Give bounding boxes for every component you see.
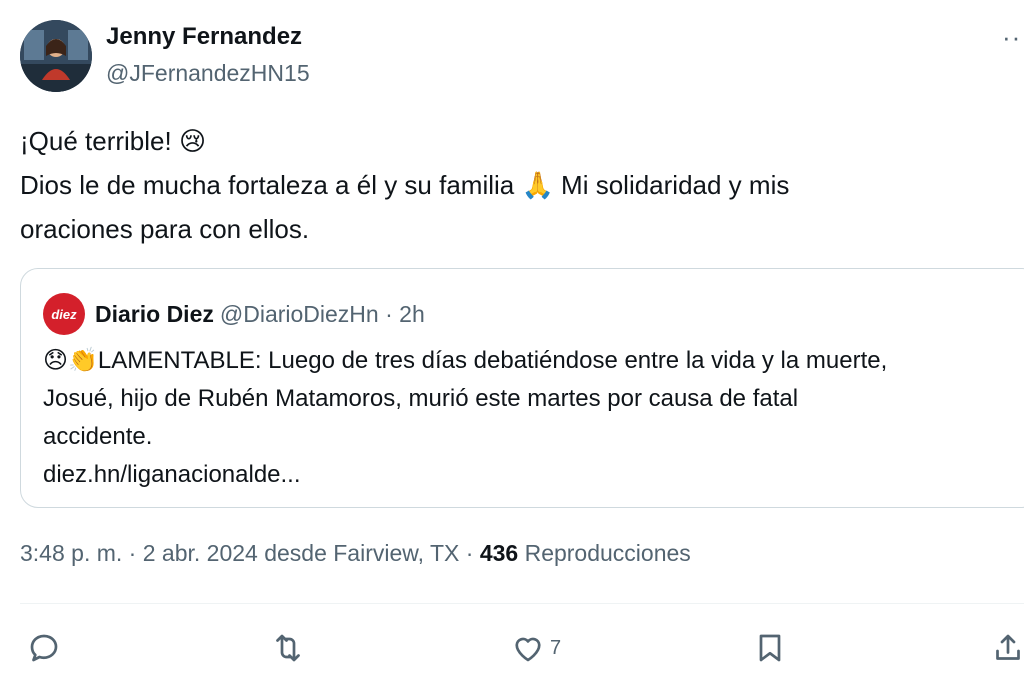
quoted-author-avatar[interactable]: diez	[43, 293, 85, 335]
quoted-tweet-card[interactable]: diez Diario Diez @DiarioDiezHn · 2h 😞👏LA…	[20, 268, 1024, 508]
praying-hands-emoji-icon: 🙏	[521, 171, 554, 201]
tweet-text-segment: ¡Qué terrible!	[20, 126, 179, 156]
views-count: 436	[479, 540, 519, 566]
like-button[interactable]: 7	[510, 620, 561, 676]
like-count: 7	[550, 636, 562, 659]
tweet-text-segment: Dios le de mucha fortaleza a él y su fam…	[20, 170, 522, 200]
divider	[20, 603, 1024, 604]
author-avatar[interactable]	[20, 20, 92, 92]
sad-clap-emoji-icon: 😞👏	[43, 346, 98, 374]
tweet-line-1: ¡Qué terrible! 😢	[20, 120, 1010, 164]
retweet-button[interactable]	[270, 620, 306, 676]
author-handle[interactable]: @JFernandezHN15	[106, 60, 310, 87]
quoted-text-line-2: Josué, hijo de Rubén Matamoros, murió es…	[43, 385, 799, 412]
tweet-text: ¡Qué terrible! 😢 Dios le de mucha fortal…	[20, 120, 1010, 251]
quoted-link[interactable]: diez.hn/liganacionalde...	[43, 456, 1024, 494]
retweet-icon	[276, 634, 300, 662]
bookmark-icon	[759, 634, 781, 662]
quoted-text-line-3: accidente.	[43, 423, 153, 450]
quoted-tweet-header: diez Diario Diez @DiarioDiezHn · 2h	[43, 293, 425, 335]
quoted-author-handle-time[interactable]: @DiarioDiezHn · 2h	[220, 301, 425, 328]
tweet-line-2: Dios le de mucha fortaleza a él y su fam…	[20, 164, 1010, 208]
tweet-line-3: oraciones para con ellos.	[20, 214, 310, 244]
quoted-text-segment: LAMENTABLE: Luego de tres días debatiénd…	[97, 347, 888, 374]
quoted-text-line-1: 😞👏LAMENTABLE: Luego de tres días debatié…	[43, 341, 1024, 380]
views-label: Reproducciones	[518, 540, 691, 566]
share-button[interactable]	[990, 620, 1024, 676]
quoted-author-name[interactable]: Diario Diez	[95, 301, 214, 328]
crying-emoji-icon: 😢	[178, 127, 207, 157]
reply-icon	[30, 634, 58, 662]
bookmark-button[interactable]	[752, 620, 788, 676]
timestamp-location[interactable]: 3:48 p. m. · 2 abr. 2024 desde Fairview,…	[20, 540, 480, 566]
tweet-text-segment: Mi solidaridad y mis	[553, 170, 790, 200]
share-icon	[996, 634, 1020, 660]
quoted-tweet-text: 😞👏LAMENTABLE: Luego de tres días debatié…	[43, 341, 1024, 494]
heart-icon	[515, 637, 541, 662]
avatar-image	[20, 20, 92, 92]
author-name[interactable]: Jenny Fernandez	[106, 23, 302, 51]
more-options-icon[interactable]: ··	[1002, 24, 1021, 50]
reply-button[interactable]	[26, 620, 62, 676]
action-bar: 7	[0, 620, 1024, 676]
tweet-metadata: 3:48 p. m. · 2 abr. 2024 desde Fairview,…	[20, 540, 691, 567]
